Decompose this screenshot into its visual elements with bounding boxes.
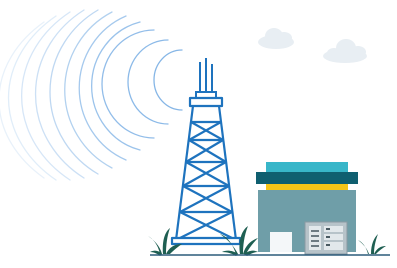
server-rack-icon	[304, 221, 348, 255]
cloud-icon	[258, 28, 294, 49]
signal-waves-icon	[0, 9, 183, 181]
cloud-icon	[323, 39, 367, 63]
illustration-canvas	[0, 9, 390, 256]
telecom-tower-illustration	[0, 0, 397, 268]
antenna-icon	[195, 58, 217, 99]
transmission-tower-icon	[170, 96, 242, 246]
plant-icon	[358, 234, 386, 254]
building-door	[270, 232, 292, 252]
